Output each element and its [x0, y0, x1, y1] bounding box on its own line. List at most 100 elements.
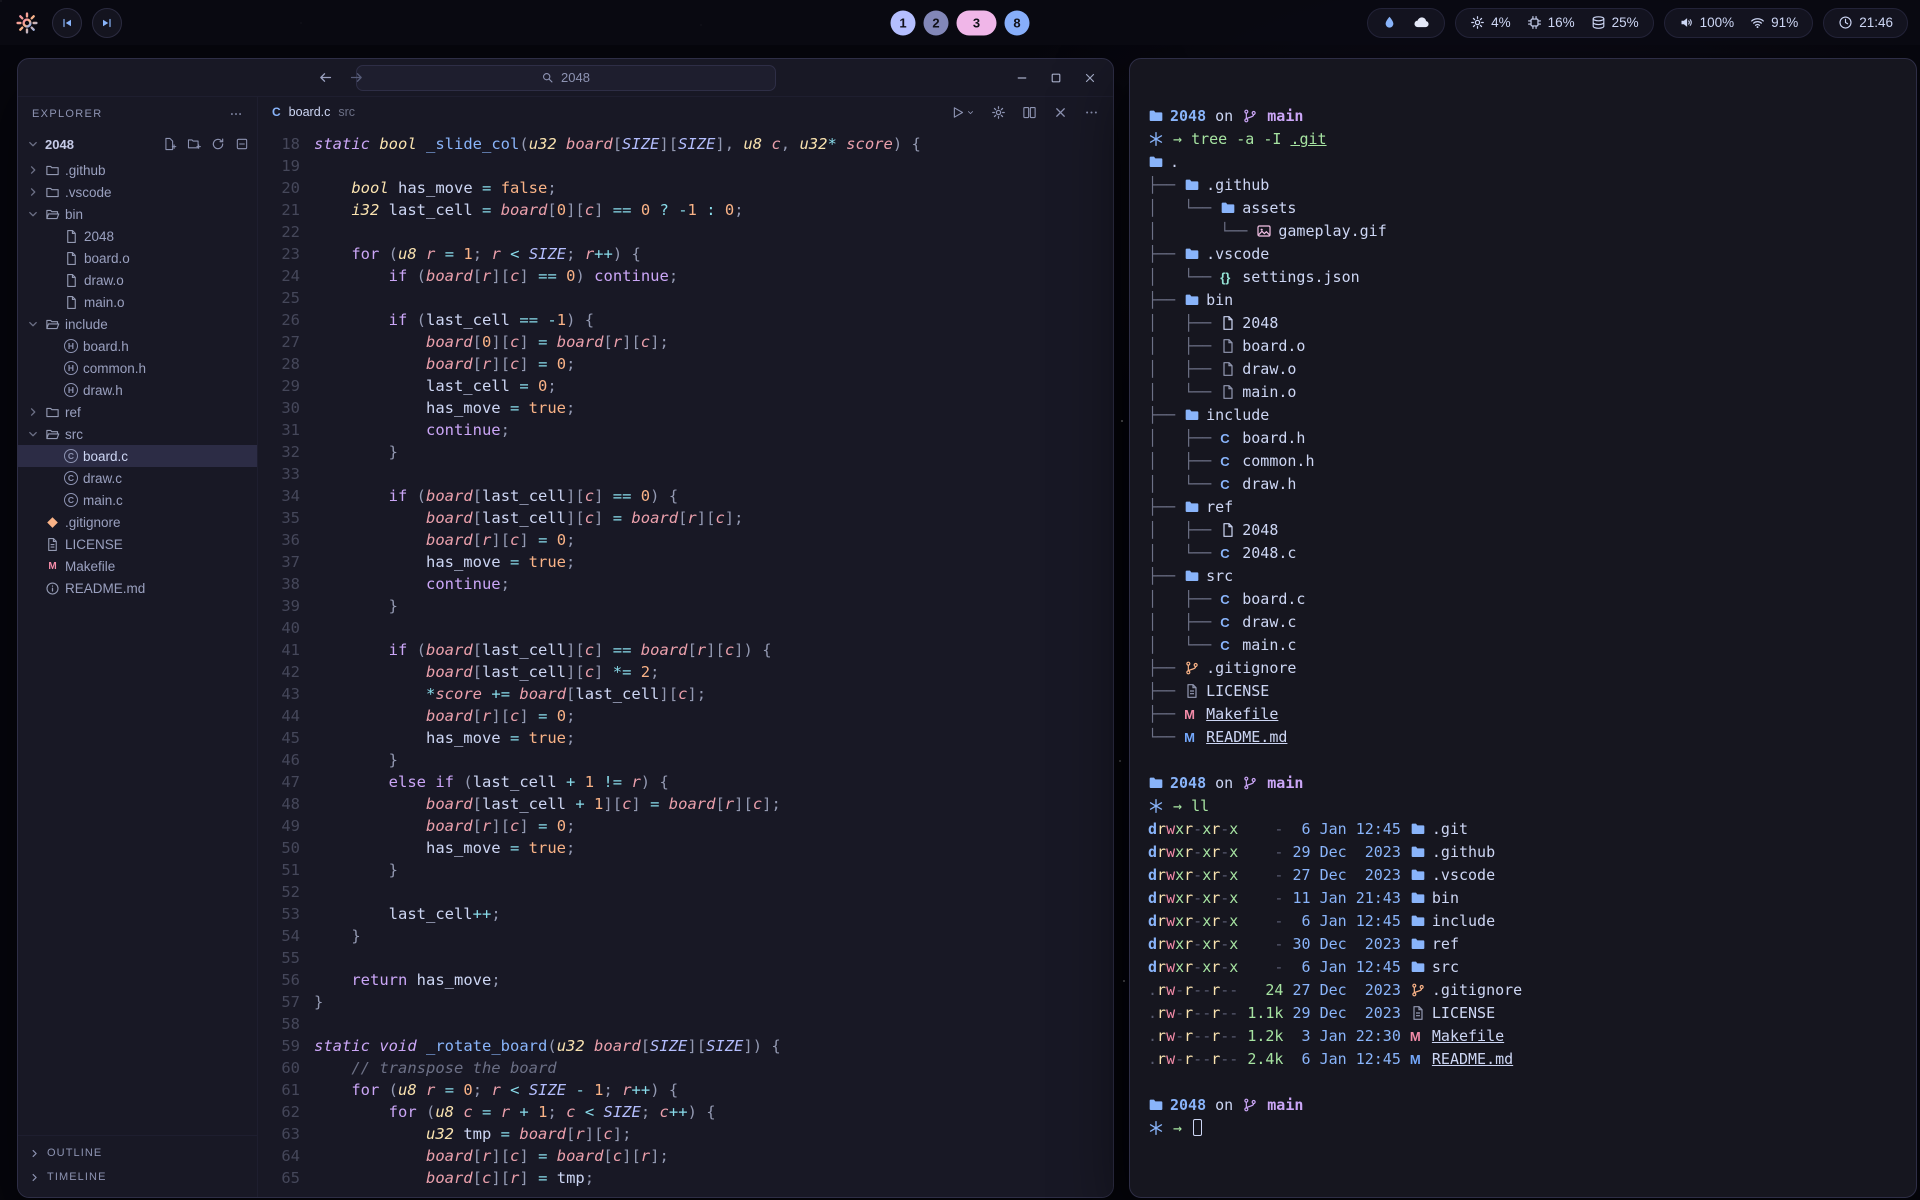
weather-widget[interactable] [1367, 8, 1445, 38]
chevron-right-icon [28, 1171, 41, 1184]
run-button[interactable] [950, 105, 975, 120]
snow-icon [1148, 1120, 1164, 1136]
line-number: 25 [258, 287, 300, 309]
line-number: 61 [258, 1079, 300, 1101]
explorer-item-include[interactable]: include [18, 313, 257, 335]
command-center-search[interactable]: 2048 [356, 65, 776, 91]
explorer-item-board-h[interactable]: Hboard.h [18, 335, 257, 357]
explorer-item-readme-md[interactable]: README.md [18, 577, 257, 599]
explorer-item-bin[interactable]: bin [18, 203, 257, 225]
explorer-item--github[interactable]: .github [18, 159, 257, 181]
close-editor-button[interactable] [1053, 105, 1068, 120]
makefile-icon: M [45, 561, 60, 572]
maximize-button[interactable] [1049, 71, 1063, 85]
refresh-button[interactable] [211, 137, 225, 151]
explorer-item-license[interactable]: LICENSE [18, 533, 257, 555]
workspace-pill-8[interactable]: 8 [1005, 10, 1030, 35]
line-number: 34 [258, 485, 300, 507]
explorer-item-draw-h[interactable]: Hdraw.h [18, 379, 257, 401]
line-number: 36 [258, 529, 300, 551]
arrow-right-icon [349, 70, 364, 85]
code-line: 36 board[r][c] = 0; [258, 529, 1113, 551]
folder-icon [1410, 959, 1426, 975]
explorer-item-draw-c[interactable]: Cdraw.c [18, 467, 257, 489]
terminal-tree-line: │ ├── Cdraw.c [1148, 611, 1902, 634]
line-number: 46 [258, 749, 300, 771]
launcher-button[interactable] [12, 8, 42, 38]
terminal-blank-line [1148, 749, 1902, 772]
explorer-item-main-c[interactable]: Cmain.c [18, 489, 257, 511]
code-editor[interactable]: 18static bool _slide_col(u32 board[SIZE]… [258, 127, 1113, 1197]
collapse-all-button[interactable] [235, 137, 249, 151]
chevron-right-icon [28, 1147, 41, 1160]
audio-network-widget[interactable]: 100%91% [1664, 8, 1814, 38]
clock-widget[interactable]: 21:46 [1823, 8, 1908, 38]
new-folder-button[interactable] [187, 137, 201, 151]
folder-icon [1148, 108, 1164, 124]
terminal-prompt-line: 2048 on main [1148, 105, 1902, 128]
nav-back-button[interactable] [318, 70, 333, 85]
explorer-item--vscode[interactable]: .vscode [18, 181, 257, 203]
c-file-icon: C [64, 471, 78, 485]
explorer-item-main-o[interactable]: main.o [18, 291, 257, 313]
explorer-item-board-c[interactable]: Cboard.c [18, 445, 257, 467]
raindrop-icon [1382, 15, 1397, 30]
timeline-section-header[interactable]: TIMELINE [18, 1165, 257, 1189]
code-line: 59static void _rotate_board(u32 board[SI… [258, 1035, 1113, 1057]
explorer-root-row[interactable]: 2048 [18, 131, 257, 157]
file-icon [64, 251, 79, 266]
workspace-pill-3[interactable]: 3 [957, 10, 997, 35]
code-line: 18static bool _slide_col(u32 board[SIZE]… [258, 133, 1113, 155]
workspace-pill-1[interactable]: 1 [891, 10, 916, 35]
line-number: 60 [258, 1057, 300, 1079]
refresh-icon [211, 137, 225, 151]
explorer-item--gitignore[interactable]: .gitignore [18, 511, 257, 533]
editor-settings-button[interactable] [991, 105, 1006, 120]
media-next-button[interactable] [92, 8, 122, 38]
code-line: 24 if (board[r][c] == 0) continue; [258, 265, 1113, 287]
markdown-icon: M [1184, 726, 1206, 749]
skip-back-icon [61, 17, 73, 29]
line-number: 63 [258, 1123, 300, 1145]
explorer-item-2048[interactable]: 2048 [18, 225, 257, 247]
breadcrumb-file[interactable]: board.c [289, 105, 331, 119]
markdown-icon: M [1410, 1048, 1432, 1071]
speaker-icon [1679, 15, 1694, 30]
folder-icon [1184, 568, 1200, 584]
c-file-icon: C [1220, 473, 1242, 496]
workspace-pill-2[interactable]: 2 [924, 10, 949, 35]
line-number: 20 [258, 177, 300, 199]
explorer-item-src[interactable]: src [18, 423, 257, 445]
explorer-item-draw-o[interactable]: draw.o [18, 269, 257, 291]
nav-forward-button[interactable] [349, 70, 364, 85]
explorer-header[interactable]: EXPLORER [18, 97, 257, 131]
folder-o-icon [45, 163, 60, 178]
breadcrumb-folder[interactable]: src [338, 105, 355, 119]
terminal-output: 2048 on main → tree -a -I .git.├── .gith… [1130, 59, 1916, 1140]
explorer-item-board-o[interactable]: board.o [18, 247, 257, 269]
close-button[interactable] [1083, 71, 1097, 85]
arrow-left-icon [318, 70, 333, 85]
split-editor-button[interactable] [1022, 105, 1037, 120]
new-file-button[interactable] [163, 137, 177, 151]
line-number: 28 [258, 353, 300, 375]
folder-icon [1184, 177, 1200, 193]
terminal-window[interactable]: 2048 on main → tree -a -I .git.├── .gith… [1129, 58, 1917, 1198]
line-number: 64 [258, 1145, 300, 1167]
explorer-item-common-h[interactable]: Hcommon.h [18, 357, 257, 379]
minimize-button[interactable] [1015, 71, 1029, 85]
code-line: 27 board[0][c] = board[r][c]; [258, 331, 1113, 353]
tree-item-label: board.h [83, 339, 129, 354]
editor-titlebar: 2048 [18, 59, 1113, 97]
outline-section-header[interactable]: OUTLINE [18, 1141, 257, 1165]
top-bar-left [12, 8, 122, 38]
system-stats-widget[interactable]: 4%16%25% [1455, 8, 1654, 38]
explorer-item-ref[interactable]: ref [18, 401, 257, 423]
media-prev-button[interactable] [52, 8, 82, 38]
more-actions-button[interactable] [1084, 105, 1099, 120]
code-line: 29 last_cell = 0; [258, 375, 1113, 397]
explorer-item-makefile[interactable]: MMakefile [18, 555, 257, 577]
tree-item-label: 2048 [84, 229, 114, 244]
makefile-icon: M [1410, 1025, 1432, 1048]
more-icon[interactable] [229, 107, 243, 121]
